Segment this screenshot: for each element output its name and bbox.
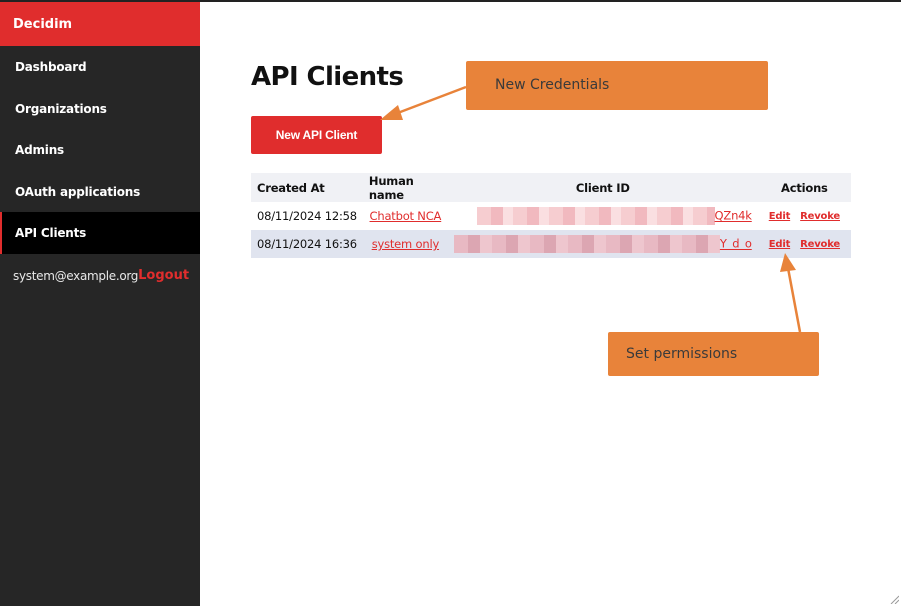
brand-logo[interactable]: Decidim xyxy=(0,2,200,46)
arrow-to-edit-link xyxy=(780,253,802,333)
row-actions: Edit Revoke xyxy=(758,202,851,230)
human-name-link[interactable]: Chatbot NCA xyxy=(370,209,442,223)
client-id-link[interactable]: QZn4k xyxy=(715,209,752,223)
created-at: 08/11/2024 12:58 xyxy=(257,209,357,223)
human-name-link[interactable]: system only xyxy=(372,237,440,251)
logout-link[interactable]: Logout xyxy=(138,268,189,283)
resize-handle-icon[interactable] xyxy=(889,594,899,604)
redacted-client-id xyxy=(476,207,715,225)
client-id: Y_d_o xyxy=(448,230,758,258)
new-api-client-button[interactable]: New API Client xyxy=(251,116,382,154)
main-content: API Clients New API Client Created At Hu… xyxy=(200,2,901,606)
table-row: 08/11/2024 12:58 Chatbot NCA QZn4k Edit R… xyxy=(251,202,851,230)
header-created-at: Created At xyxy=(257,180,325,195)
page-title: API Clients xyxy=(251,62,404,92)
user-bar: system@example.org Logout xyxy=(0,254,200,298)
sidebar: Decidim Dashboard Organizations Admins O… xyxy=(0,2,200,606)
header-actions: Actions xyxy=(781,180,828,195)
sidebar-item-api-clients[interactable]: API Clients xyxy=(0,212,200,254)
callout-new-credentials: New Credentials xyxy=(466,61,768,110)
callout-set-permissions: Set permissions xyxy=(608,332,819,376)
api-clients-table: Created At Human name Client ID Actions … xyxy=(251,173,851,258)
revoke-link[interactable]: Revoke xyxy=(800,211,840,222)
header-human-name: Human name xyxy=(368,173,414,202)
row-actions: Edit Revoke xyxy=(758,230,851,258)
client-id-link[interactable]: Y_d_o xyxy=(720,237,752,251)
sidebar-item-dashboard[interactable]: Dashboard xyxy=(0,46,200,88)
edit-link[interactable]: Edit xyxy=(769,211,791,222)
client-id: QZn4k xyxy=(448,202,758,230)
created-at: 08/11/2024 16:36 xyxy=(257,237,357,251)
table-row: 08/11/2024 16:36 system only Y_d_o Edit R… xyxy=(251,230,851,258)
header-client-id: Client ID xyxy=(575,180,630,195)
sidebar-item-oauth-applications[interactable]: OAuth applications xyxy=(0,171,200,213)
sidebar-item-organizations[interactable]: Organizations xyxy=(0,88,200,130)
redacted-client-id xyxy=(453,235,720,253)
table-header-row: Created At Human name Client ID Actions xyxy=(251,173,851,202)
revoke-link[interactable]: Revoke xyxy=(800,239,840,250)
sidebar-item-admins[interactable]: Admins xyxy=(0,129,200,171)
edit-link[interactable]: Edit xyxy=(769,239,791,250)
user-email: system@example.org xyxy=(13,268,139,283)
